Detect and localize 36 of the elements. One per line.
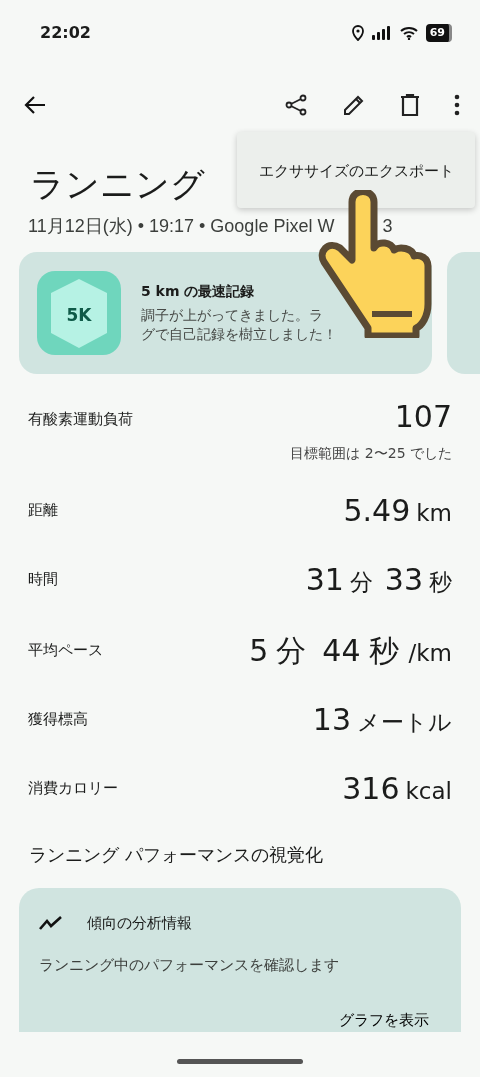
back-icon[interactable] xyxy=(24,95,46,115)
metric-label: 時間 xyxy=(28,569,58,591)
metric-label: 獲得標高 xyxy=(28,709,88,731)
signal-icon xyxy=(371,26,392,40)
page-title: ランニング xyxy=(30,164,205,205)
metric-label: 有酸素運動負荷 xyxy=(28,408,133,430)
subtitle-text: 3 xyxy=(382,214,393,238)
metric-label: 距離 xyxy=(28,500,58,522)
metric-value: 107 xyxy=(393,397,452,436)
metric-value: 13 メートル xyxy=(312,700,452,739)
share-icon[interactable] xyxy=(284,93,308,117)
edit-icon[interactable] xyxy=(342,93,366,117)
metric-note: 目標範囲は 2〜25 でした xyxy=(290,443,452,463)
metric-value: 316 kcal xyxy=(342,769,452,808)
achievement-text: 調子が上がってきました。ラ xyxy=(141,305,324,325)
show-graph-button[interactable]: グラフを表示 xyxy=(339,1008,429,1032)
metric-label: 平均ペース xyxy=(28,640,103,662)
metric-label: 消費カロリー xyxy=(28,778,118,800)
more-options-icon[interactable] xyxy=(454,94,460,116)
achievement-text: グで自己記録を樹立しました！ xyxy=(141,325,337,345)
status-time: 22:02 xyxy=(40,22,91,44)
metric-value: 5.49 km xyxy=(343,491,452,530)
insight-title: 傾向の分析情報 xyxy=(87,912,192,934)
location-icon xyxy=(351,25,364,41)
metric-value: 5 分 44 秒 /km xyxy=(249,631,452,670)
section-title: ランニング パフォーマンスの視覚化 xyxy=(29,842,324,867)
menu-item[interactable]: エクササイズのエクスポート xyxy=(237,160,475,183)
achievement-title: 5 km の最速記録 xyxy=(141,281,256,301)
metric-value: 31 分 33 秒 xyxy=(305,560,452,599)
trend-icon xyxy=(39,915,63,932)
subtitle-text: 11月12日(水) • 19:17 • Google Pixel W xyxy=(28,214,335,238)
battery-indicator: 69 xyxy=(425,23,452,43)
delete-icon[interactable] xyxy=(400,93,420,117)
wifi-icon xyxy=(399,26,418,40)
insight-description: ランニング中のパフォーマンスを確認します xyxy=(39,955,340,977)
badge-icon: 5K xyxy=(37,270,121,355)
